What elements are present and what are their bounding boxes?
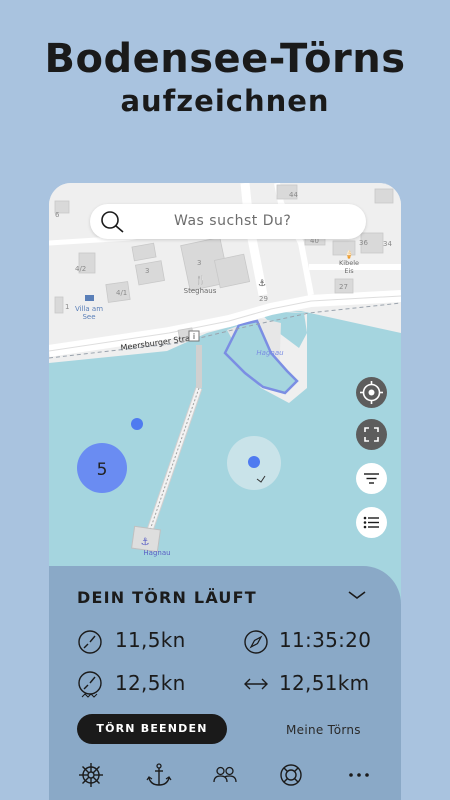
more-icon[interactable] [346, 762, 372, 788]
svg-text:27: 27 [339, 283, 348, 291]
wind-value: 12,5kn [115, 671, 186, 695]
fullscreen-icon [364, 427, 379, 442]
fullscreen-button[interactable] [356, 419, 387, 450]
helm-icon[interactable] [78, 762, 104, 788]
speedometer-icon [78, 630, 102, 654]
map-label-villa-1: Villa am [75, 305, 103, 313]
locate-button[interactable] [356, 377, 387, 408]
search-placeholder: Was suchst Du? [174, 213, 292, 229]
end-trip-button[interactable]: TÖRN BEENDEN [77, 714, 227, 744]
list-icon [363, 516, 379, 529]
map-label-pier: Hagnau [143, 549, 170, 557]
svg-text:1: 1 [65, 303, 69, 311]
map-label-steghaus: Steghaus [184, 287, 217, 295]
svg-text:34: 34 [383, 240, 392, 248]
svg-text:3: 3 [145, 267, 149, 275]
compass-icon [244, 630, 268, 654]
headline-subtitle: aufzeichnen [120, 84, 330, 118]
svg-text:🍴: 🍴 [195, 274, 206, 286]
headline-title: Bodensee-Törns [44, 36, 406, 82]
search-icon [101, 211, 124, 233]
chevron-down-icon[interactable] [347, 588, 367, 602]
filter-button[interactable] [356, 463, 387, 494]
map-label-kibele-2: Eis [344, 267, 354, 275]
map-label-kibele-1: Kibele [339, 259, 359, 267]
list-view-button[interactable] [356, 507, 387, 538]
svg-text:⚓: ⚓ [141, 537, 150, 548]
time-value: 11:35:20 [279, 628, 372, 652]
speed-value: 11,5kn [115, 628, 186, 652]
svg-text:29: 29 [259, 295, 268, 303]
svg-text:6: 6 [55, 211, 60, 219]
svg-text:44: 44 [289, 191, 298, 199]
wind-speed-icon [78, 671, 102, 698]
distance-icon [244, 678, 268, 690]
current-position-marker[interactable] [248, 456, 260, 468]
phone-screen: ⚓ 44 40 36 34 27 29 4/2 3 4/1 6 1 3 Steg… [49, 183, 401, 800]
svg-text:3: 3 [197, 259, 201, 267]
crosshair-icon [360, 381, 383, 404]
cluster-count: 5 [97, 460, 108, 480]
svg-text:⚓: ⚓ [258, 279, 266, 289]
my-trips-link[interactable]: Meine Törns [286, 723, 361, 737]
boat-marker[interactable] [131, 418, 143, 430]
svg-text:36: 36 [359, 239, 368, 247]
svg-text:4/1: 4/1 [116, 289, 127, 297]
trip-panel: DEIN TÖRN LÄUFT 11,5kn 11:35:20 12,5kn 1… [49, 566, 401, 800]
panel-title: DEIN TÖRN LÄUFT [77, 588, 257, 607]
distance-value: 12,51km [279, 671, 370, 695]
anchor-icon[interactable] [146, 762, 172, 788]
map-label-harbor: Hagnau [256, 349, 284, 357]
search-bar[interactable]: Was suchst Du? [90, 204, 366, 239]
svg-text:4/2: 4/2 [75, 265, 86, 273]
people-icon[interactable] [212, 762, 238, 788]
filter-icon [364, 473, 379, 484]
map-view[interactable]: ⚓ 44 40 36 34 27 29 4/2 3 4/1 6 1 3 Steg… [49, 183, 401, 603]
lifebuoy-icon[interactable] [278, 762, 304, 788]
map-label-villa-2: See [82, 313, 95, 321]
svg-text:i: i [193, 332, 195, 341]
svg-text:🍦: 🍦 [344, 249, 354, 259]
